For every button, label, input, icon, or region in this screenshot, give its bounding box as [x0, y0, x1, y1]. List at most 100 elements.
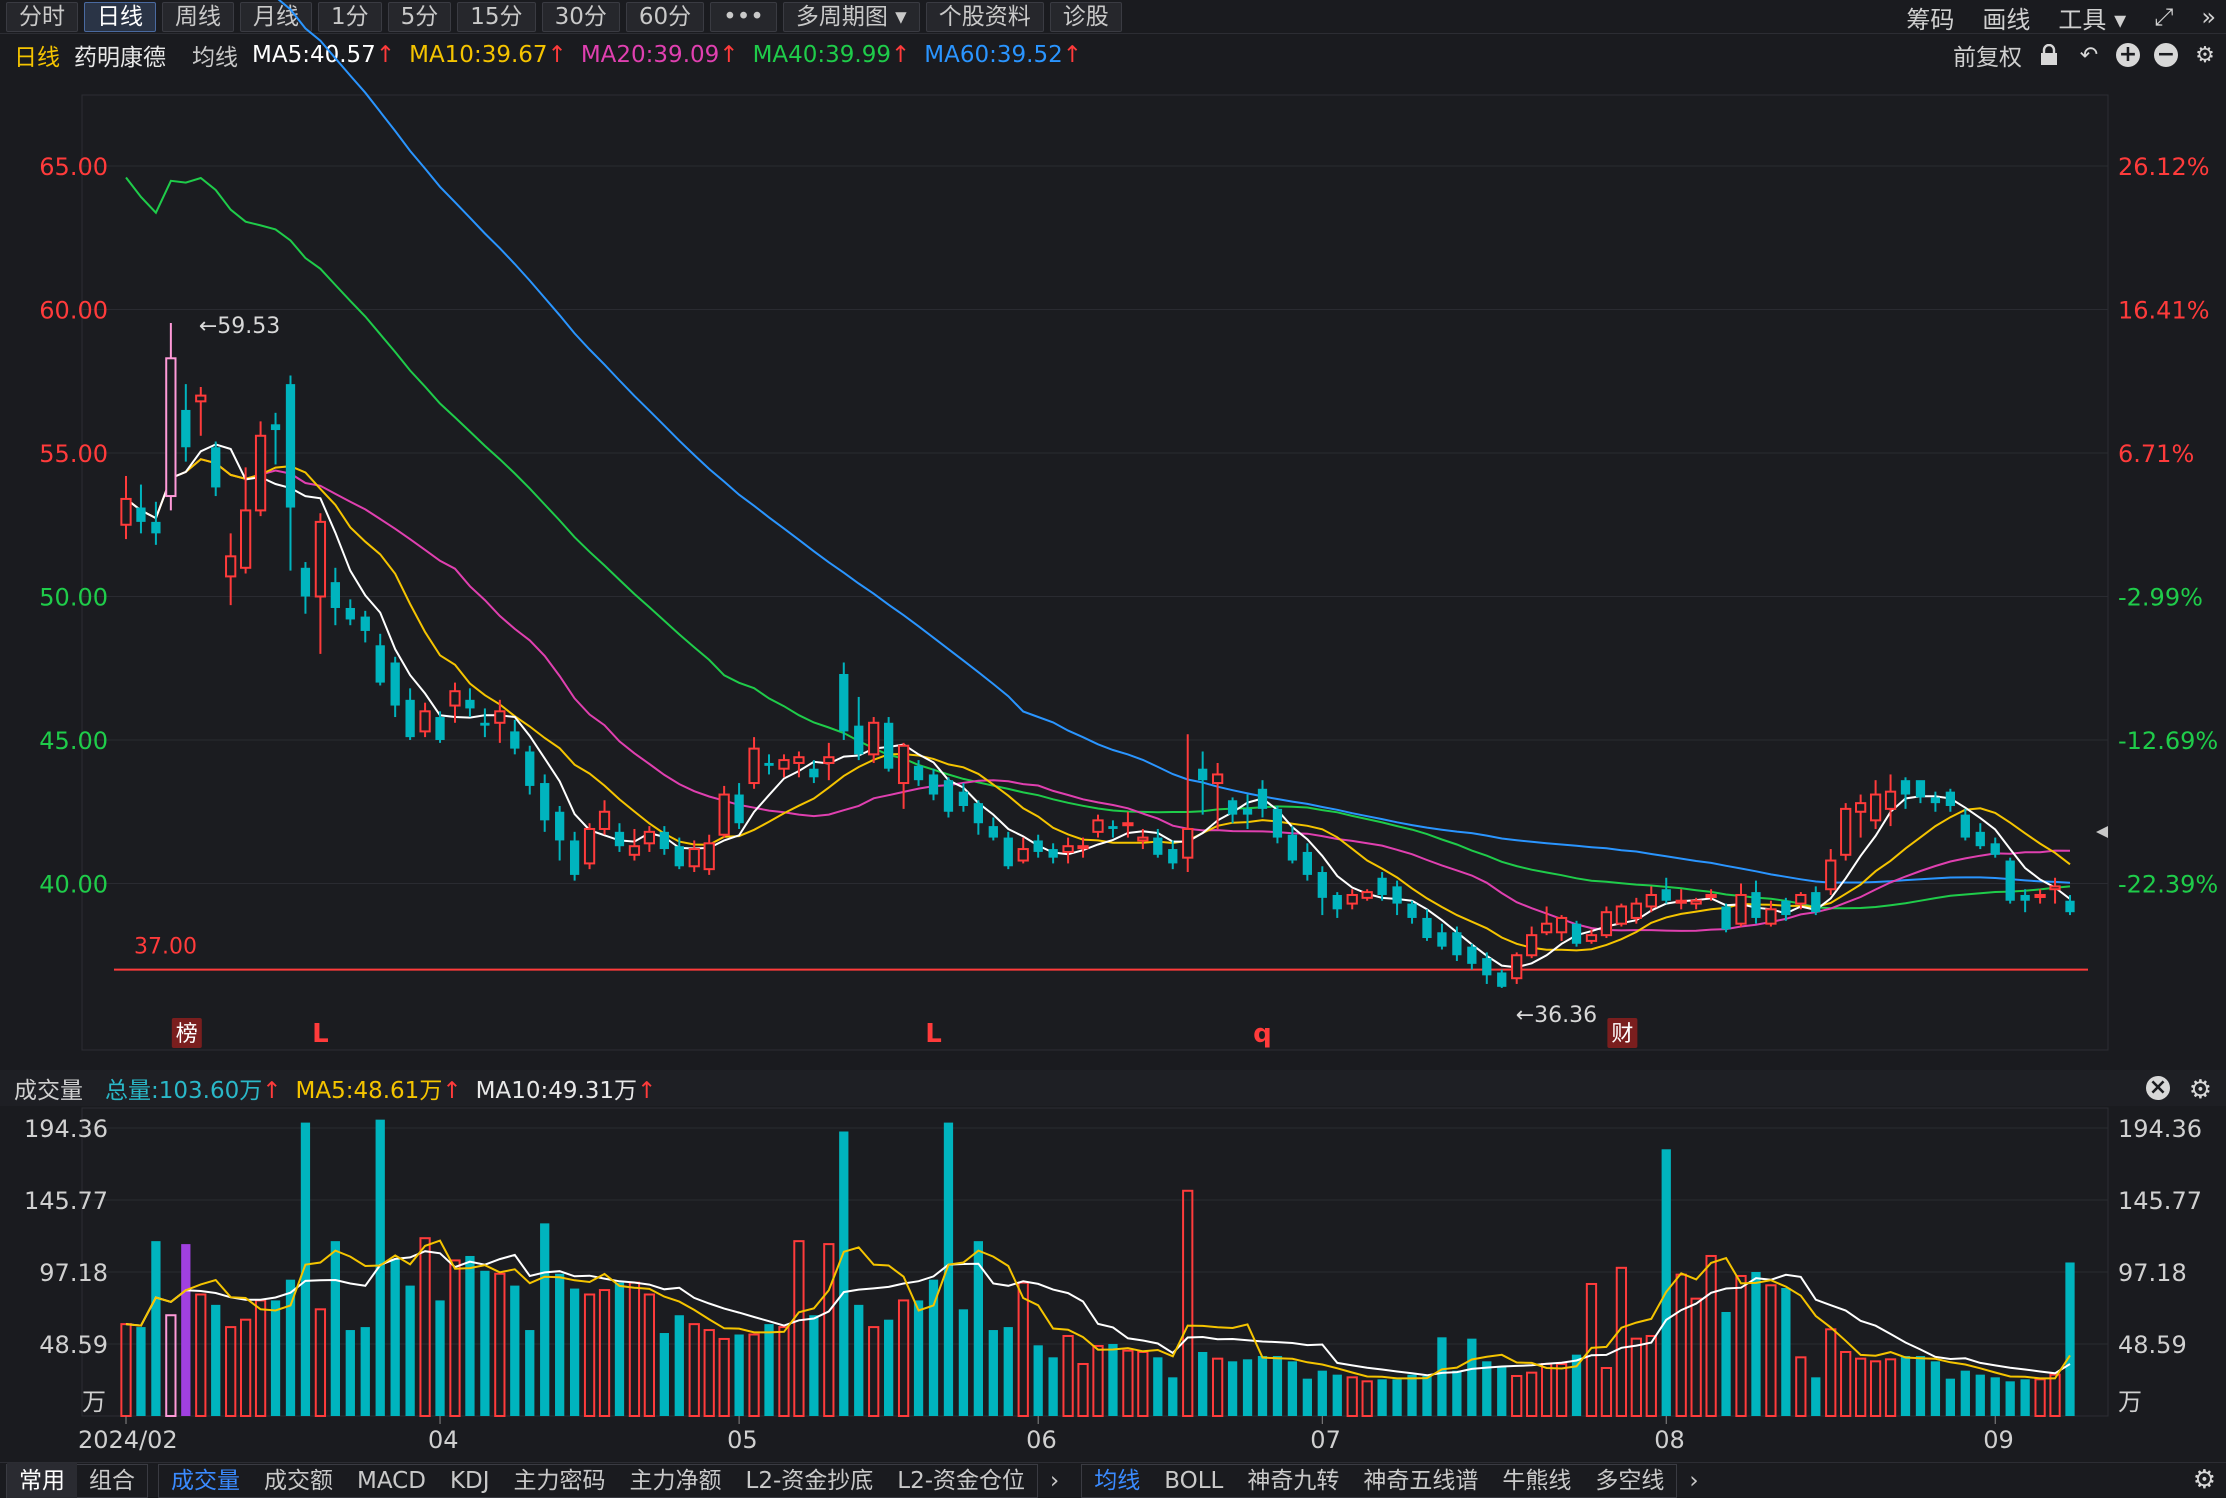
pct-tick-label: -2.99% [2118, 584, 2203, 612]
volume-bar-down [1960, 1370, 1970, 1416]
volume-bar-down [1317, 1370, 1327, 1416]
tab-g2-2[interactable]: MACD [345, 1463, 438, 1498]
candle-body-up [1615, 905, 1628, 925]
candle-body-up [195, 394, 207, 403]
candle-body-up [1645, 893, 1657, 908]
candle-body-down [1003, 837, 1013, 867]
candle-body-up [1346, 893, 1358, 905]
volume-bar-down [360, 1327, 370, 1416]
candle-body-down [1198, 768, 1208, 781]
candle-body-down [345, 607, 355, 620]
tab-g2-6[interactable]: L2-资金抄底 [734, 1463, 886, 1498]
volume-bar-down [1482, 1361, 1492, 1416]
tab-g2-4[interactable]: 主力密码 [502, 1463, 618, 1498]
volume-bar-highlight [181, 1244, 191, 1416]
pct-tick-label: -12.69% [2118, 727, 2218, 755]
volume-bar-down [1242, 1359, 1253, 1416]
candle-body-down [1721, 906, 1731, 930]
volume-bar-down [569, 1288, 580, 1416]
candle-body-down [1915, 780, 1926, 798]
candle-body-down [1392, 886, 1402, 904]
candle-body-down [1781, 900, 1791, 916]
volume-bar-down [510, 1285, 520, 1416]
candle-body-up [1182, 827, 1194, 859]
candle-body-up [1585, 934, 1598, 942]
volume-bar-down [1257, 1355, 1268, 1416]
candle-body-up [1555, 916, 1568, 934]
candle-body-up [314, 520, 327, 598]
price-tick-label: 50.00 [39, 584, 108, 612]
candle-body-down [435, 717, 445, 740]
bottom-settings-icon[interactable]: ⚙ [2193, 1462, 2216, 1498]
volume-bar-down [1392, 1379, 1402, 1416]
candle-body-down [1945, 791, 1956, 807]
tab-g3-4[interactable]: 牛熊线 [1490, 1463, 1583, 1498]
candle-body-down [405, 699, 415, 738]
tab-g1-0[interactable]: 常用 [7, 1462, 77, 1498]
volume-bar-down [1915, 1355, 1926, 1416]
candle-body-up [1526, 934, 1538, 957]
kline-chart[interactable]: 65.00 26.12% 60.00 16.41% 55.00 6.71% 50.00 -2.… [0, 0, 2226, 1462]
candle-body-down [1317, 872, 1327, 898]
candle-body-down [1153, 837, 1163, 855]
event-marker: q [1253, 1019, 1272, 1049]
volume-bar-down [480, 1270, 490, 1416]
more-tabs-chevron-icon[interactable]: › [1038, 1463, 1071, 1498]
volume-settings-icon[interactable]: ⚙ [2189, 1075, 2212, 1105]
tab-g2-5[interactable]: 主力净额 [618, 1463, 734, 1498]
candle-body-down [555, 811, 565, 841]
candle-body-up [793, 756, 805, 764]
x-axis-label: 09 [1983, 1426, 2014, 1454]
more-overlays-chevron-icon[interactable]: › [1677, 1463, 1710, 1498]
tab-g2-3[interactable]: KDJ [438, 1463, 502, 1498]
volume-tick-label: 48.59 [39, 1331, 108, 1359]
candle-body-down [1168, 849, 1178, 864]
candle-body-down [764, 762, 774, 766]
candle-body-down [270, 424, 281, 431]
volume-bar-down [2020, 1379, 2030, 1416]
volume-bar-down [390, 1258, 400, 1416]
volume-ma10: MA10:49.31万↑ [475, 1078, 657, 1104]
tab-g3-0[interactable]: 均线 [1082, 1463, 1152, 1498]
candle-body-down [928, 774, 939, 795]
volume-tick-label-right: 97.18 [2118, 1259, 2187, 1287]
volume-bar-down [884, 1319, 894, 1416]
price-tick-label: 55.00 [39, 440, 108, 468]
volume-bar-down [1751, 1271, 1761, 1416]
candle-body-down [734, 794, 744, 824]
candle-body-up [239, 509, 252, 569]
candle-body-down [1571, 923, 1582, 944]
candle-body-down [839, 673, 849, 732]
volume-bar-down [211, 1304, 221, 1416]
candle-body-down [1811, 892, 1821, 913]
tab-g2-7[interactable]: L2-资金仓位 [885, 1463, 1037, 1498]
tab-g2-1[interactable]: 成交额 [252, 1463, 345, 1498]
close-panel-icon[interactable]: × [2146, 1076, 2170, 1100]
candle-body-up [419, 710, 431, 733]
tab-g3-1[interactable]: BOLL [1152, 1463, 1235, 1498]
candle-body-down [1108, 826, 1118, 829]
tab-group-indicators: 成交量 成交额 MACD KDJ 主力密码 主力净额 L2-资金抄底 L2-资金仓位 [158, 1463, 1039, 1498]
candle-body-down [2005, 860, 2015, 901]
tab-g3-3[interactable]: 神奇五线谱 [1351, 1463, 1490, 1498]
event-marker: 榜 [176, 1022, 198, 1047]
candle-body-down [1422, 917, 1432, 939]
support-line-label: 37.00 [134, 935, 197, 960]
candle-body-up [1077, 845, 1089, 850]
tab-g1-1[interactable]: 组合 [77, 1463, 147, 1498]
candle-body-up [1511, 954, 1523, 980]
candle-body-down [330, 582, 340, 608]
tab-g3-2[interactable]: 神奇九转 [1235, 1463, 1351, 1498]
volume-bar-down [1811, 1377, 1821, 1416]
tab-g2-0[interactable]: 成交量 [159, 1463, 252, 1498]
volume-bar-down [1422, 1375, 1432, 1416]
volume-ma5: MA5:48.61万↑ [295, 1078, 462, 1104]
candle-body-up [1211, 773, 1224, 785]
volume-bar-down [525, 1330, 535, 1416]
candle-body-down [988, 826, 998, 838]
tab-g3-5[interactable]: 多空线 [1583, 1463, 1676, 1498]
candle-body-up [897, 744, 910, 785]
volume-unit-right: 万 [2118, 1388, 2142, 1416]
volume-tick-label: 97.18 [39, 1259, 108, 1287]
candle-body-down [1302, 851, 1312, 875]
